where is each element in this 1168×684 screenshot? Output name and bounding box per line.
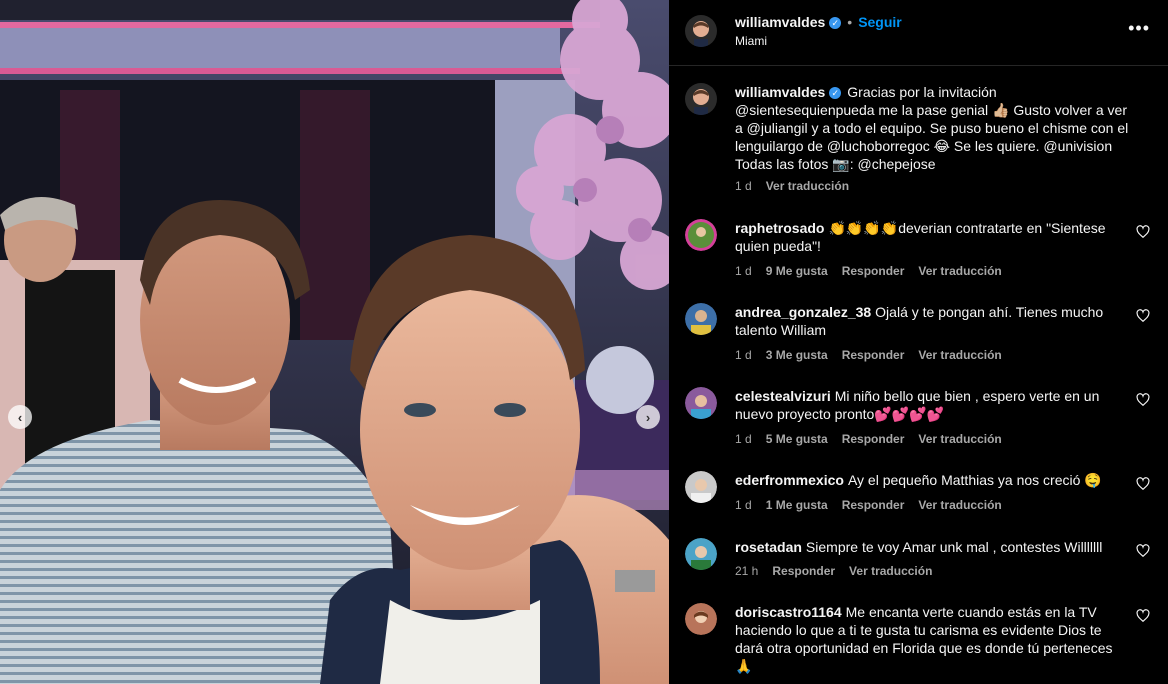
comment-meta: 1 d 9 Me gusta Responder Ver traducción — [735, 264, 1016, 278]
comment-item: celestealvizuri Mi niño bello que bien , … — [669, 387, 1168, 457]
reply-button[interactable]: Responder — [842, 432, 905, 446]
verified-badge-icon: ✓ — [829, 87, 842, 99]
translate-link[interactable]: Ver traducción — [918, 498, 1001, 512]
separator-dot: • — [847, 14, 853, 30]
commenter-username[interactable]: rosetadan — [735, 539, 802, 555]
comment-item: doriscastro1164 Me encanta verte cuando e… — [669, 603, 1168, 684]
comment-likes[interactable]: 9 Me gusta — [766, 264, 828, 278]
caption-time: 1 d — [735, 179, 752, 193]
comment-likes[interactable]: 5 Me gusta — [766, 432, 828, 446]
comment-text: Siempre te voy Amar unk mal , contestes … — [805, 539, 1103, 555]
like-heart-icon[interactable] — [1136, 225, 1150, 239]
like-heart-icon[interactable] — [1136, 544, 1150, 558]
commenter-username[interactable]: ederfrommexico — [735, 472, 844, 488]
like-heart-icon[interactable] — [1136, 309, 1150, 323]
caption-avatar[interactable] — [685, 83, 717, 115]
author-username[interactable]: williamvaldes — [735, 14, 825, 30]
post-image — [0, 0, 669, 684]
comment-item: andrea_gonzalez_38 Ojalá y te pongan ahí.… — [669, 303, 1168, 373]
post-caption: williamvaldes ✓ Gracias por la invitación … — [669, 83, 1168, 203]
like-heart-icon[interactable] — [1136, 393, 1150, 407]
comment-meta: 1 d 3 Me gusta Responder Ver traducción — [735, 348, 1016, 362]
reply-button[interactable]: Responder — [842, 498, 905, 512]
commenter-avatar[interactable] — [685, 538, 717, 570]
translate-link[interactable]: Ver traducción — [918, 348, 1001, 362]
author-avatar[interactable] — [685, 15, 717, 47]
comment-time: 1 d — [735, 264, 752, 278]
comment-text-block: celestealvizuri Mi niño bello que bien , … — [735, 387, 1125, 423]
caption-translate-link[interactable]: Ver traducción — [766, 179, 849, 193]
commenter-username[interactable]: celestealvizuri — [735, 388, 831, 404]
comment-meta: 1 d 5 Me gusta Responder Ver traducción — [735, 432, 1016, 446]
comment-time: 1 d — [735, 348, 752, 362]
comment-item: raphetrosado 👏👏👏👏deverian contratarte en … — [669, 219, 1168, 289]
comment-item: ederfrommexico Ay el pequeño Matthias ya … — [669, 471, 1168, 527]
chevron-right-icon: › — [645, 409, 651, 425]
location-link[interactable]: Miami — [735, 34, 767, 48]
ellipsis-icon: ••• — [1128, 18, 1150, 38]
caption-text-block: williamvaldes ✓ Gracias por la invitación … — [735, 83, 1135, 173]
follow-button[interactable]: Seguir — [858, 14, 902, 30]
comment-likes[interactable]: 3 Me gusta — [766, 348, 828, 362]
translate-link[interactable]: Ver traducción — [918, 432, 1001, 446]
comment-text-block: ederfrommexico Ay el pequeño Matthias ya … — [735, 471, 1125, 489]
header-user-line: williamvaldes ✓ • Seguir — [735, 14, 902, 30]
caption-username[interactable]: williamvaldes — [735, 84, 825, 100]
comment-item: rosetadan Siempre te voy Amar unk mal , c… — [669, 538, 1168, 594]
commenter-username[interactable]: andrea_gonzalez_38 — [735, 304, 871, 320]
reply-button[interactable]: Responder — [842, 264, 905, 278]
comment-time: 21 h — [735, 564, 759, 578]
like-heart-icon[interactable] — [1136, 609, 1150, 623]
caption-meta: 1 d Ver traducción — [735, 179, 863, 193]
commenter-avatar[interactable] — [685, 219, 717, 251]
comment-text: Ay el pequeño Matthias ya nos creció 🤤 — [847, 472, 1102, 488]
like-heart-icon[interactable] — [1136, 477, 1150, 491]
commenter-username[interactable]: raphetrosado — [735, 220, 824, 236]
chevron-left-icon: ‹ — [17, 409, 23, 425]
commenter-avatar[interactable] — [685, 603, 717, 635]
comment-meta: 21 h Responder Ver traducción — [735, 564, 946, 578]
comment-likes[interactable]: 1 Me gusta — [766, 498, 828, 512]
translate-link[interactable]: Ver traducción — [918, 264, 1001, 278]
comment-text-block: doriscastro1164 Me encanta verte cuando e… — [735, 603, 1127, 675]
commenter-username[interactable]: doriscastro1164 — [735, 604, 842, 620]
commenter-avatar[interactable] — [685, 303, 717, 335]
comment-text-block: raphetrosado 👏👏👏👏deverian contratarte en … — [735, 219, 1125, 255]
comment-time: 1 d — [735, 498, 752, 512]
previous-photo-button[interactable]: ‹ — [8, 405, 32, 429]
more-options-button[interactable]: ••• — [1128, 18, 1150, 39]
comment-time: 1 d — [735, 432, 752, 446]
commenter-avatar[interactable] — [685, 471, 717, 503]
next-photo-button[interactable]: › — [636, 405, 660, 429]
verified-badge-icon: ✓ — [829, 17, 842, 29]
comment-text-block: andrea_gonzalez_38 Ojalá y te pongan ahí.… — [735, 303, 1125, 339]
commenter-avatar[interactable] — [685, 387, 717, 419]
post-details-panel: williamvaldes ✓ • Seguir Miami ••• williamv… — [669, 0, 1168, 684]
reply-button[interactable]: Responder — [772, 564, 835, 578]
comment-text-block: rosetadan Siempre te voy Amar unk mal , c… — [735, 538, 1125, 556]
reply-button[interactable]: Responder — [842, 348, 905, 362]
comment-meta: 1 d 1 Me gusta Responder Ver traducción — [735, 498, 1016, 512]
post-header: williamvaldes ✓ • Seguir Miami ••• — [669, 0, 1168, 66]
translate-link[interactable]: Ver traducción — [849, 564, 932, 578]
post-photo[interactable]: ‹ › — [0, 0, 669, 684]
